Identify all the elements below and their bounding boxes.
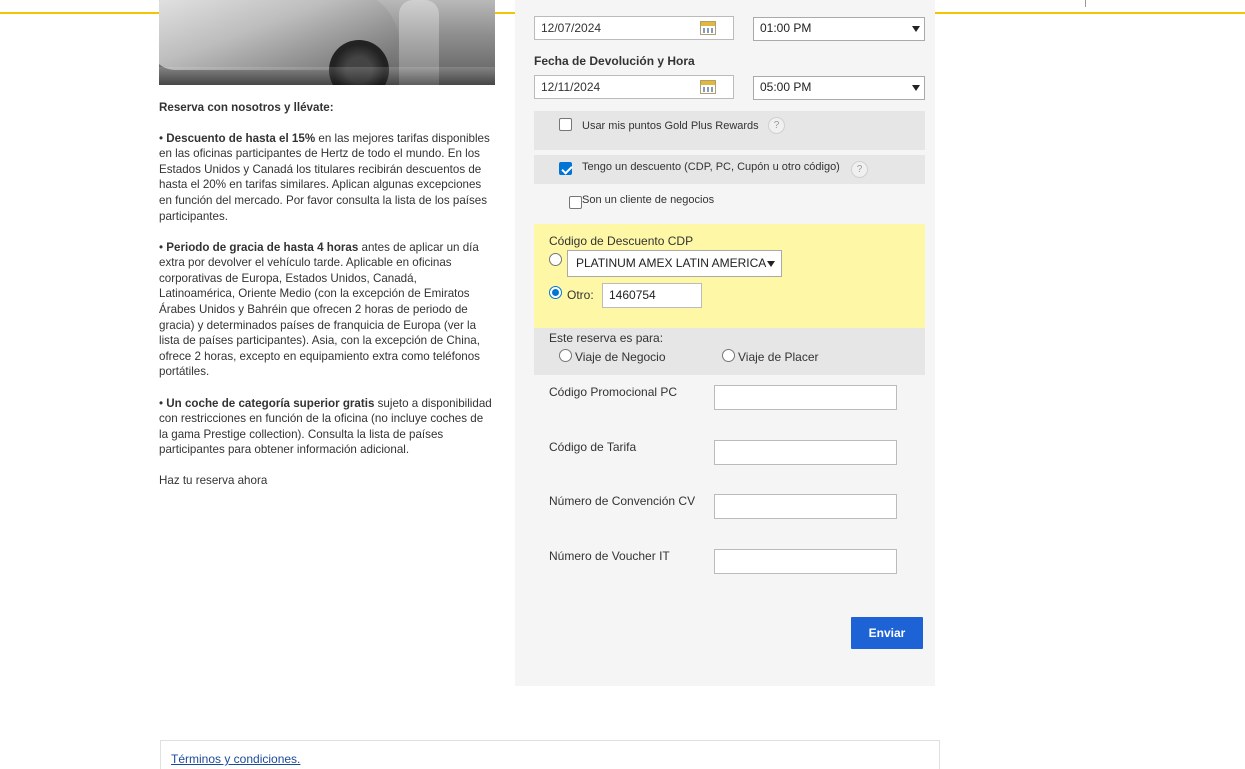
cdp-label: Código de Descuento CDP bbox=[549, 234, 694, 248]
promo-car-image bbox=[159, 0, 495, 85]
chevron-down-icon bbox=[912, 85, 920, 91]
trip-type-label: Este reserva es para: bbox=[549, 331, 664, 345]
promo-code-input[interactable] bbox=[714, 385, 897, 410]
business-trip-radio[interactable] bbox=[559, 349, 572, 362]
cdp-other-value: 1460754 bbox=[609, 288, 656, 302]
bullet: • bbox=[159, 240, 164, 254]
voucher-number-input[interactable] bbox=[714, 549, 897, 574]
calendar-icon[interactable] bbox=[700, 21, 716, 35]
gold-plus-label: Usar mis puntos Gold Plus Rewards bbox=[582, 120, 759, 132]
help-icon[interactable]: ? bbox=[851, 161, 868, 178]
convention-number-label: Número de Convención CV bbox=[549, 494, 696, 508]
benefit-title: Periodo de gracia de hasta 4 horas bbox=[166, 240, 359, 254]
benefit-title: Descuento de hasta el 15% bbox=[166, 131, 316, 145]
promo-code-label: Código Promocional PC bbox=[549, 385, 678, 399]
cdp-other-label: Otro: bbox=[567, 288, 594, 302]
book-now-text: Haz tu reserva ahora bbox=[159, 474, 268, 488]
rate-code-label: Código de Tarifa bbox=[549, 440, 637, 454]
pickup-time-value: 01:00 PM bbox=[760, 21, 812, 35]
business-client-label: Son un cliente de negocios bbox=[582, 194, 715, 206]
leisure-trip-label: Viaje de Placer bbox=[738, 350, 819, 364]
benefit-upgrade: • Un coche de categoría superior gratis … bbox=[159, 396, 494, 458]
cdp-other-input[interactable]: 1460754 bbox=[602, 283, 702, 308]
benefit-text: en las mejores tarifas disponibles en la… bbox=[159, 131, 490, 223]
benefits-intro: Reserva con nosotros y llévate: bbox=[159, 101, 334, 114]
discount-label: Tengo un descuento (CDP, PC, Cupón u otr… bbox=[582, 161, 840, 173]
voucher-number-label: Número de Voucher IT bbox=[549, 549, 670, 563]
cdp-other-radio[interactable] bbox=[549, 286, 562, 299]
business-client-checkbox[interactable] bbox=[569, 196, 582, 209]
benefit-text: antes de aplicar un día extra por devolv… bbox=[159, 240, 480, 379]
benefits-column: Reserva con nosotros y llévate: • Descue… bbox=[159, 100, 494, 504]
benefit-grace-period: • Periodo de gracia de hasta 4 horas ant… bbox=[159, 240, 494, 380]
cdp-selected-value: PLATINUM AMEX LATIN AMERICA bbox=[576, 256, 767, 270]
convention-number-input[interactable] bbox=[714, 494, 897, 519]
return-date-label: Fecha de Devolución y Hora bbox=[534, 54, 695, 68]
image-floor bbox=[159, 67, 495, 85]
header-divider bbox=[1085, 0, 1086, 7]
cdp-select[interactable]: PLATINUM AMEX LATIN AMERICA bbox=[567, 250, 782, 277]
pickup-date-value: 12/07/2024 bbox=[541, 21, 602, 35]
cdp-list-radio[interactable] bbox=[549, 253, 562, 266]
chevron-down-icon bbox=[767, 261, 775, 267]
gold-plus-checkbox[interactable] bbox=[559, 118, 572, 131]
chevron-down-icon bbox=[912, 26, 920, 32]
return-time-select[interactable]: 05:00 PM bbox=[753, 76, 925, 100]
benefit-title: Un coche de categoría superior gratis bbox=[166, 396, 375, 410]
bullet: • bbox=[159, 131, 164, 145]
business-trip-label: Viaje de Negocio bbox=[575, 350, 666, 364]
pickup-time-select[interactable]: 01:00 PM bbox=[753, 17, 925, 41]
calendar-icon[interactable] bbox=[700, 80, 716, 94]
return-time-value: 05:00 PM bbox=[760, 80, 812, 94]
help-icon[interactable]: ? bbox=[768, 117, 785, 134]
discount-checkbox[interactable] bbox=[559, 162, 572, 175]
submit-button[interactable]: Enviar bbox=[851, 617, 923, 649]
benefit-discount: • Descuento de hasta el 15% en las mejor… bbox=[159, 131, 494, 225]
return-date-value: 12/11/2024 bbox=[541, 80, 601, 94]
leisure-trip-radio[interactable] bbox=[722, 349, 735, 362]
rate-code-input[interactable] bbox=[714, 440, 897, 465]
bullet: • bbox=[159, 396, 164, 410]
terms-link[interactable]: Términos y condiciones. bbox=[171, 752, 300, 766]
